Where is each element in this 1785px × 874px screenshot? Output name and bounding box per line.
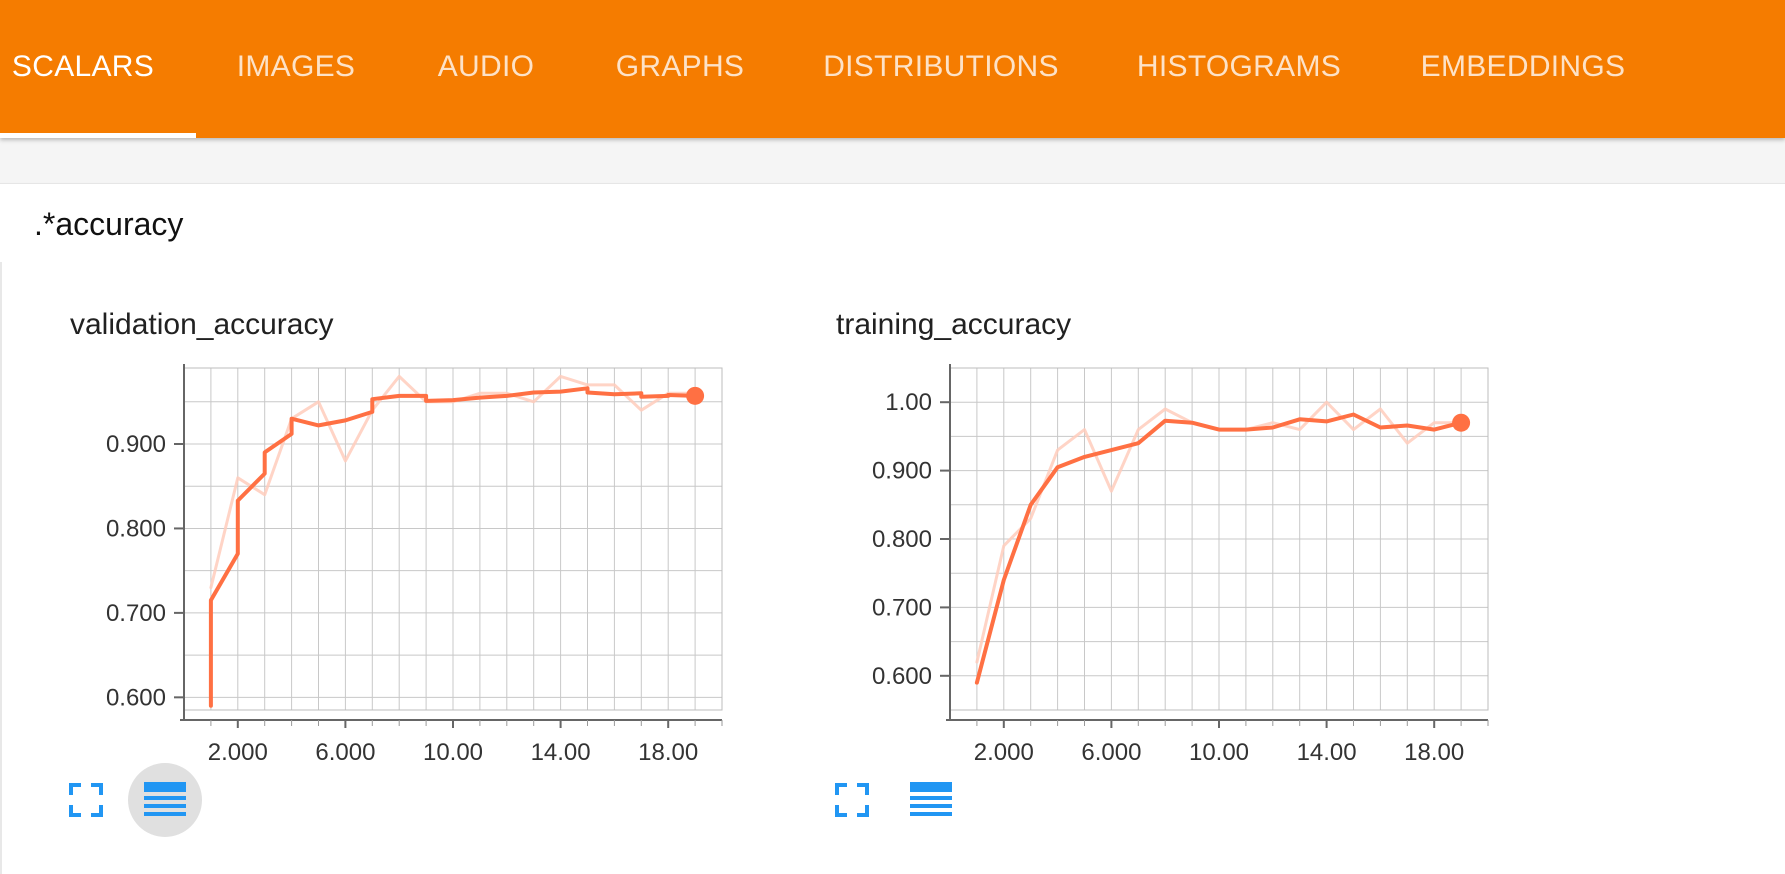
chart-card-validation: validation_accuracy 2.000 6.000 10.00 14.00… <box>2 262 742 874</box>
data-list-button[interactable] <box>128 763 202 837</box>
data-list-button[interactable] <box>894 763 968 837</box>
y-tick-label: 0.700 <box>872 594 932 621</box>
tab-images[interactable]: IMAGES <box>228 0 364 138</box>
grid <box>950 367 1489 711</box>
tab-histograms[interactable]: HISTOGRAMS <box>1132 0 1346 138</box>
list-icon <box>144 782 186 816</box>
x-tick-label: 6.000 <box>1081 739 1141 766</box>
last-point-marker <box>686 386 705 405</box>
x-tick-label: 2.000 <box>208 739 268 766</box>
last-point-marker <box>1452 413 1471 432</box>
active-tab-indicator <box>0 133 196 138</box>
tab-distributions[interactable]: DISTRIBUTIONS <box>818 0 1064 138</box>
training-accuracy-chart[interactable]: 2.000 6.000 10.00 14.00 18.00 0.600 0.700 0.800… <box>768 262 1508 782</box>
x-tick-label: 2.000 <box>974 739 1034 766</box>
validation-accuracy-chart[interactable]: 2.000 6.000 10.00 14.00 18.00 0.600 0.700 0.800… <box>2 262 742 782</box>
x-tick-label: 14.00 <box>531 739 591 766</box>
tab-audio[interactable]: AUDIO <box>430 0 542 138</box>
x-tick-label: 18.00 <box>1404 739 1464 766</box>
grid <box>184 368 723 710</box>
y-tick-label: 1.00 <box>885 389 932 416</box>
tab-scalars[interactable]: SCALARS <box>0 0 166 138</box>
fullscreen-icon <box>69 783 103 817</box>
y-tick-label: 0.700 <box>106 600 166 627</box>
charts-area: validation_accuracy 2.000 6.000 10.00 14.00… <box>0 262 1785 874</box>
tag-regex-input[interactable] <box>34 204 934 244</box>
fullscreen-button[interactable] <box>815 763 889 837</box>
y-tick-label: 0.600 <box>872 663 932 690</box>
y-tick-label: 0.800 <box>106 515 166 542</box>
x-tick-label: 6.000 <box>315 739 375 766</box>
tab-embeddings[interactable]: EMBEDDINGS <box>1414 0 1632 138</box>
y-tick-label: 0.900 <box>106 431 166 458</box>
chart-card-training: training_accuracy 2.000 6.000 10.00 14.00 18… <box>768 262 1508 874</box>
y-tick-label: 0.600 <box>106 684 166 711</box>
top-nav-bar: SCALARS IMAGES AUDIO GRAPHS DISTRIBUTION… <box>0 0 1785 138</box>
x-tick-label: 10.00 <box>1189 739 1249 766</box>
y-tick-label: 0.800 <box>872 526 932 553</box>
x-tick-label: 14.00 <box>1297 739 1357 766</box>
list-icon <box>910 782 952 816</box>
fullscreen-button[interactable] <box>49 763 123 837</box>
tab-graphs[interactable]: GRAPHS <box>610 0 750 138</box>
y-tick-label: 0.900 <box>872 458 932 485</box>
tag-filter-panel <box>0 183 1785 263</box>
x-tick-label: 18.00 <box>638 739 698 766</box>
x-tick-label: 10.00 <box>423 739 483 766</box>
fullscreen-icon <box>835 783 869 817</box>
